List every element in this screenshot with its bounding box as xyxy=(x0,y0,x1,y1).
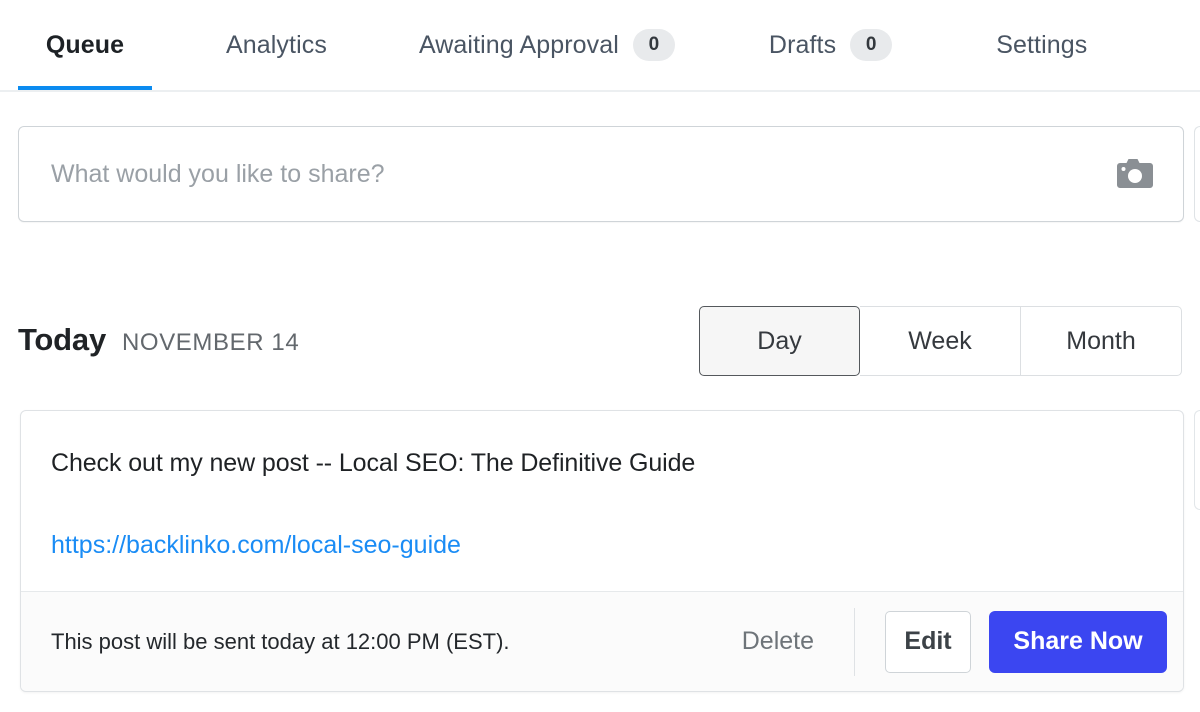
delete-button[interactable]: Delete xyxy=(738,627,818,656)
range-option-week[interactable]: Week xyxy=(860,306,1021,376)
edit-button[interactable]: Edit xyxy=(885,610,971,673)
action-divider xyxy=(854,607,855,676)
range-option-day[interactable]: Day xyxy=(699,306,860,376)
share-now-button[interactable]: Share Now xyxy=(989,610,1167,673)
offscreen-panel-edge-top xyxy=(1194,126,1200,222)
range-option-month[interactable]: Month xyxy=(1021,306,1182,376)
tab-queue[interactable]: Queue xyxy=(18,0,152,90)
tab-analytics[interactable]: Analytics xyxy=(226,0,327,90)
main-tab-bar: Queue Analytics Awaiting Approval 0 Draf… xyxy=(0,0,1200,92)
tab-settings[interactable]: Settings xyxy=(996,0,1087,90)
post-actions: Delete Edit Share Now xyxy=(738,592,1167,691)
offscreen-panel-edge-bottom xyxy=(1194,410,1200,510)
tab-drafts-badge: 0 xyxy=(850,29,893,61)
day-header: Today NOVEMBER 14 xyxy=(18,322,299,358)
scheduled-post-card: Check out my new post -- Local SEO: The … xyxy=(20,410,1184,692)
composer-box[interactable] xyxy=(18,126,1184,222)
queue-page: Queue Analytics Awaiting Approval 0 Draf… xyxy=(0,0,1200,712)
post-link[interactable]: https://backlinko.com/local-seo-guide xyxy=(51,531,461,560)
post-text: Check out my new post -- Local SEO: The … xyxy=(51,449,696,477)
tab-awaiting-approval[interactable]: Awaiting Approval 0 xyxy=(419,0,675,90)
tab-awaiting-approval-label: Awaiting Approval xyxy=(418,30,619,59)
post-status-text: This post will be sent today at 12:00 PM… xyxy=(51,628,510,654)
post-footer: This post will be sent today at 12:00 PM… xyxy=(21,591,1183,691)
tab-active-underline xyxy=(18,86,152,90)
post-body: Check out my new post -- Local SEO: The … xyxy=(21,411,1183,592)
day-header-row: Today NOVEMBER 14 Day Week Month xyxy=(0,300,1200,380)
tab-drafts[interactable]: Drafts 0 xyxy=(768,0,893,90)
tab-queue-label: Queue xyxy=(45,30,125,59)
tab-awaiting-approval-badge: 0 xyxy=(632,29,675,61)
tab-drafts-label: Drafts xyxy=(768,30,837,59)
camera-icon[interactable] xyxy=(1117,159,1153,189)
range-selector: Day Week Month xyxy=(699,306,1182,376)
tab-list: Queue Analytics Awaiting Approval 0 Draf… xyxy=(18,0,1190,90)
tab-analytics-label: Analytics xyxy=(226,30,327,59)
day-today-label: Today xyxy=(18,322,106,357)
day-date-label: NOVEMBER 14 xyxy=(122,329,300,356)
tab-settings-label: Settings xyxy=(996,30,1088,59)
composer-input[interactable] xyxy=(51,127,1051,221)
